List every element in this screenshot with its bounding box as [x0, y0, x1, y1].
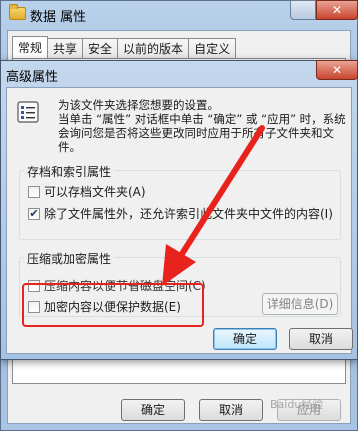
dialog-description: 为该文件夹选择您想要的设置。 当单击 “属性” 对话框中单击 “确定” 或 “应…	[58, 98, 346, 154]
back-ok-button[interactable]: 确定	[121, 399, 185, 421]
window-title: 数据 属性	[30, 10, 87, 25]
index-checkbox-label: 除了文件属性外，还允许索引此文件夹中文件的内容(I)	[44, 207, 333, 221]
tab-previous-versions[interactable]: 以前的版本	[117, 38, 190, 59]
details-button[interactable]: 详细信息(D)	[262, 293, 338, 315]
folder-icon	[9, 4, 26, 20]
compress-group-title: 压缩或加密属性	[24, 250, 115, 267]
tab-customize[interactable]: 自定义	[188, 38, 237, 59]
watermark: Baidu经验	[270, 398, 324, 411]
tab-sharing[interactable]: 共享	[47, 38, 84, 59]
index-checkbox-row[interactable]: ✔ 除了文件属性外，还允许索引此文件夹中文件的内容(I)	[28, 205, 333, 222]
dialog-ok-button[interactable]: 确定	[213, 328, 277, 350]
dialog-cancel-button[interactable]: 取消	[289, 328, 353, 350]
highlight-box	[22, 283, 204, 327]
minimize-button[interactable]	[290, 0, 316, 20]
archive-checkbox-row[interactable]: 可以存档文件夹(A)	[28, 183, 146, 200]
checkbox-checked-icon[interactable]: ✔	[28, 207, 40, 220]
archive-group-title: 存档和索引属性	[24, 163, 115, 180]
archive-checkbox-label: 可以存档文件夹(A)	[44, 185, 146, 199]
checkbox[interactable]	[28, 185, 40, 198]
dialog-title: 高级属性	[6, 70, 59, 85]
tab-security[interactable]: 安全	[82, 38, 119, 59]
back-cancel-button[interactable]: 取消	[199, 399, 263, 421]
tab-general[interactable]: 常规	[12, 36, 49, 59]
tab-bar: 常规 共享 安全 以前的版本 自定义	[12, 36, 237, 59]
window-close-button[interactable]: ✕	[316, 0, 358, 20]
properties-icon	[17, 101, 39, 123]
dialog-close-button[interactable]: ✕	[316, 60, 358, 80]
